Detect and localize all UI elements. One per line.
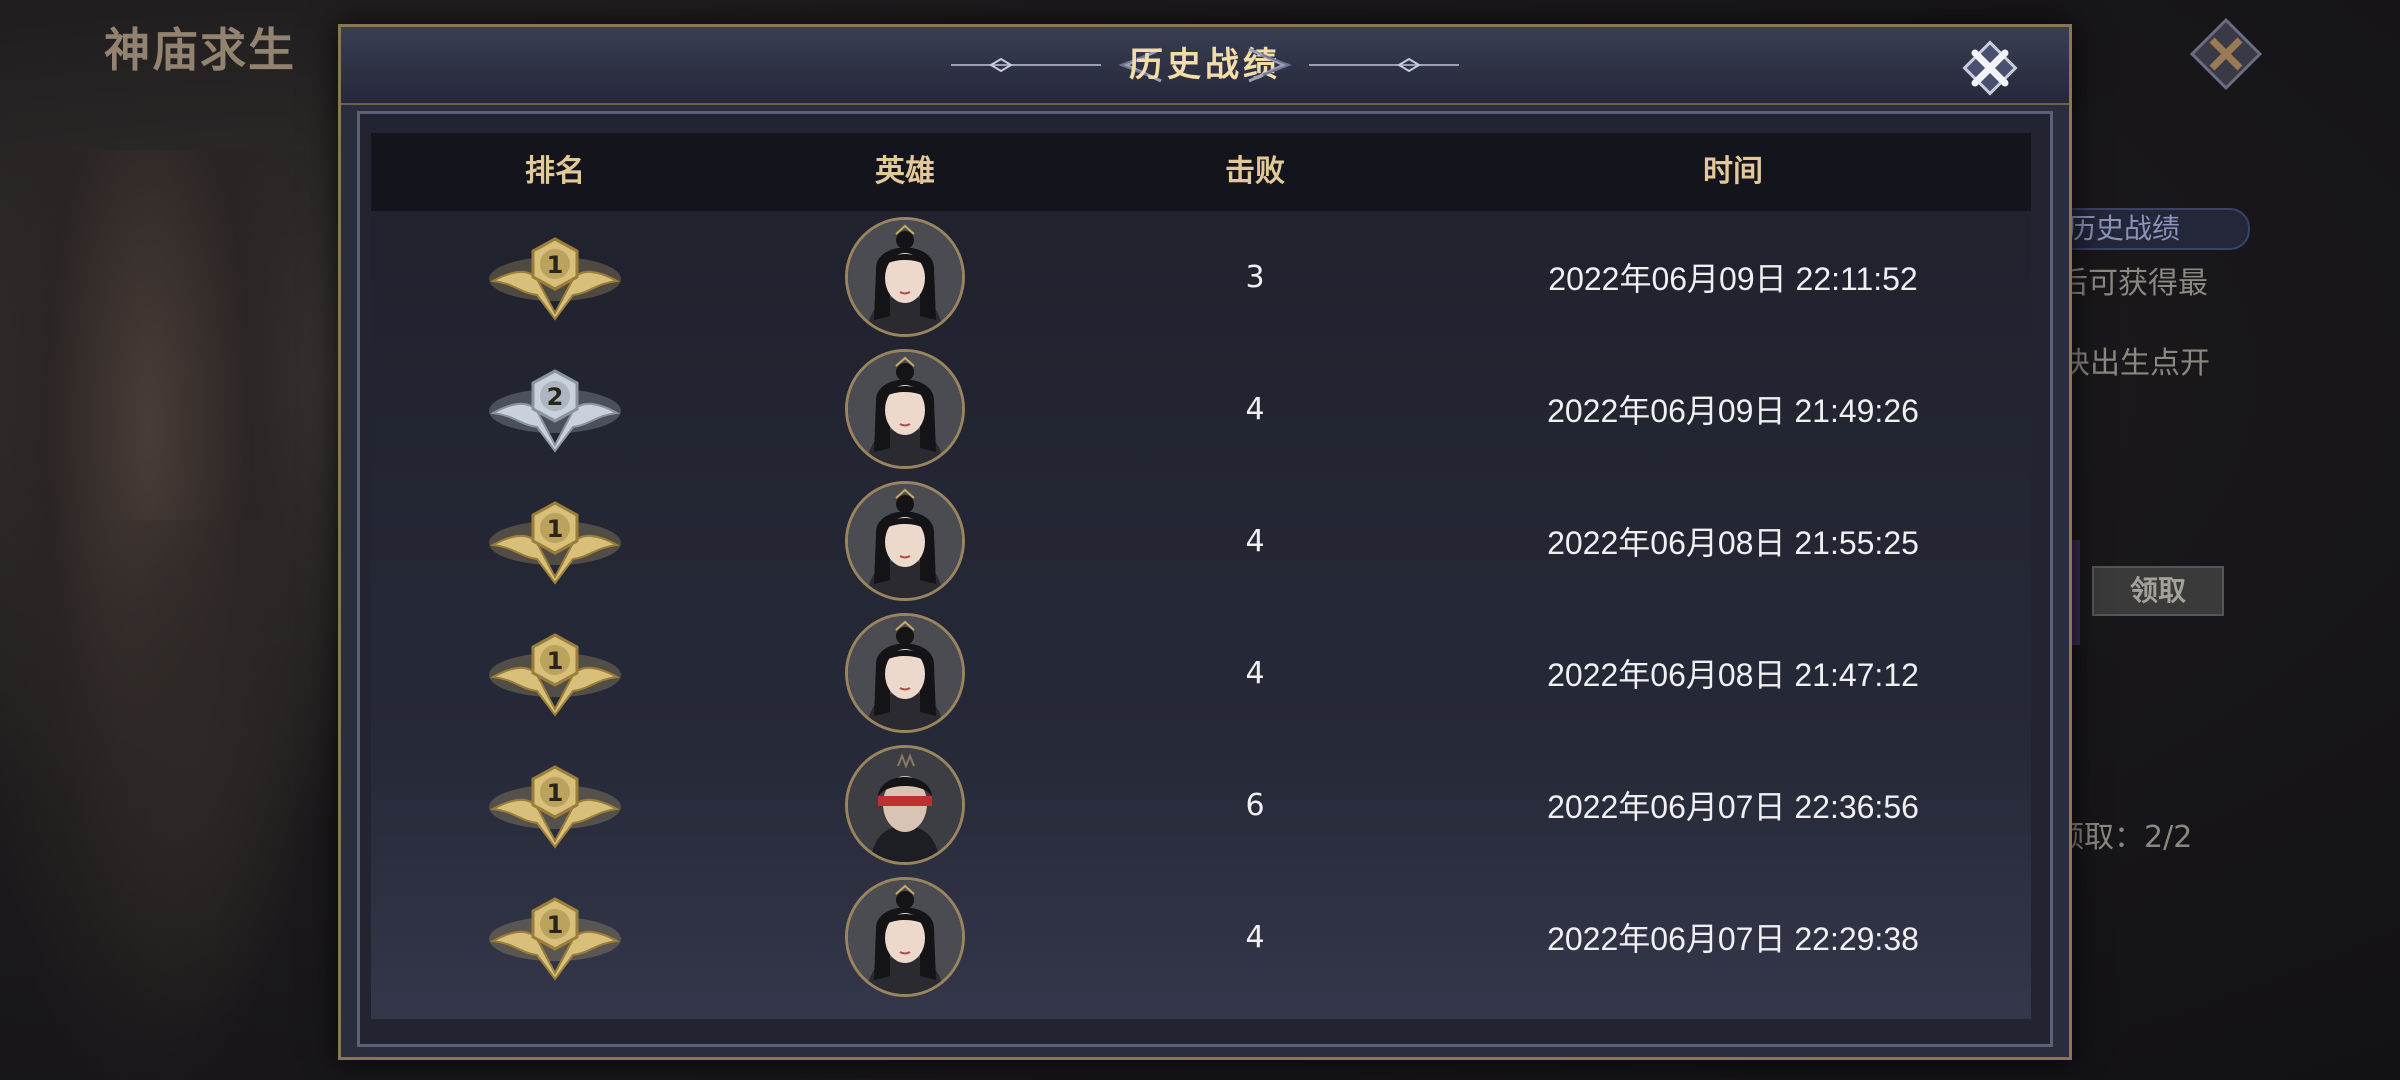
- hero-avatar[interactable]: [845, 217, 965, 337]
- hero-cell[interactable]: [835, 739, 975, 871]
- hero-avatar[interactable]: [845, 481, 965, 601]
- column-header-hero: 英雄: [875, 154, 935, 189]
- time-value: 2022年06月07日 22:29:38: [1547, 921, 1919, 957]
- column-header-time: 时间: [1703, 154, 1763, 189]
- kills-value: 3: [1245, 259, 1265, 295]
- kills-value: 4: [1245, 655, 1265, 691]
- table-header: 排名 英雄 击败 时间: [371, 133, 2031, 211]
- silver-medal-icon: 2: [485, 343, 625, 475]
- hero-avatar[interactable]: [845, 349, 965, 469]
- hero-avatar[interactable]: [845, 613, 965, 733]
- hero-cell[interactable]: [835, 607, 975, 739]
- claim-button[interactable]: 领取: [2092, 566, 2224, 616]
- svg-text:1: 1: [547, 647, 564, 675]
- time-value: 2022年06月09日 22:11:52: [1548, 261, 1918, 297]
- table-row: 1 3 2022年06月09日 22:11:52: [371, 211, 2031, 343]
- time-value: 2022年06月08日 21:55:25: [1547, 525, 1919, 561]
- hero-avatar[interactable]: [845, 877, 965, 997]
- table-row: 1 4 2022年06月08日 21:55:25: [371, 475, 2031, 607]
- hero-cell[interactable]: [835, 343, 975, 475]
- hero-cell[interactable]: [835, 211, 975, 343]
- time-value: 2022年06月09日 21:49:26: [1547, 393, 1919, 429]
- column-header-rank: 排名: [525, 154, 585, 189]
- svg-text:1: 1: [547, 779, 564, 807]
- time-value: 2022年06月08日 21:47:12: [1547, 657, 1919, 693]
- close-icon[interactable]: [1955, 35, 2025, 101]
- kills-value: 4: [1245, 523, 1265, 559]
- column-header-kills: 击败: [1225, 154, 1285, 189]
- svg-text:1: 1: [547, 515, 564, 543]
- background-shadow-art: [60, 520, 320, 1040]
- background-text-line: 后可获得最: [2058, 266, 2208, 301]
- gold-medal-icon: 1: [485, 739, 625, 871]
- kills-value: 6: [1245, 787, 1265, 823]
- gold-medal-icon: 1: [485, 607, 625, 739]
- svg-text:1: 1: [547, 911, 564, 939]
- history-dialog: 历史战绩 排名 英雄 击败 时间 1 3 2022年06月09日 22:11:52 2…: [338, 24, 2072, 1060]
- background-accent-bar: [2072, 540, 2080, 645]
- right-ornament-icon: [1248, 47, 1459, 83]
- gold-medal-icon: 1: [485, 475, 625, 607]
- background-close-icon[interactable]: [2186, 14, 2266, 94]
- kills-value: 4: [1245, 391, 1265, 427]
- claim-count-text: 领取：2/2: [2054, 820, 2193, 855]
- dialog-header: 历史战绩: [341, 27, 2069, 105]
- history-record-tag[interactable]: 历史战绩: [2052, 208, 2250, 250]
- table-row: 1 4 2022年06月07日 22:29:38: [371, 871, 2031, 1003]
- table-row: 1 4 2022年06月08日 21:47:12: [371, 607, 2031, 739]
- hero-cell[interactable]: [835, 871, 975, 1003]
- svg-text:1: 1: [547, 251, 564, 279]
- kills-value: 4: [1245, 919, 1265, 955]
- gold-medal-icon: 1: [485, 211, 625, 343]
- hero-avatar[interactable]: [845, 745, 965, 865]
- background-text-line: 块出生点开: [2060, 346, 2210, 381]
- table-row: 2 4 2022年06月09日 21:49:26: [371, 343, 2031, 475]
- mode-title: 神庙求生: [104, 23, 296, 77]
- svg-text:2: 2: [547, 383, 564, 411]
- hero-cell[interactable]: [835, 475, 975, 607]
- dialog-title: 历史战绩: [1129, 45, 1281, 85]
- gold-medal-icon: 1: [485, 871, 625, 1003]
- history-table: 排名 英雄 击败 时间 1 3 2022年06月09日 22:11:52 2 4 2022…: [371, 133, 2031, 1019]
- table-row: 1 6 2022年06月07日 22:36:56: [371, 739, 2031, 871]
- time-value: 2022年06月07日 22:36:56: [1547, 789, 1919, 825]
